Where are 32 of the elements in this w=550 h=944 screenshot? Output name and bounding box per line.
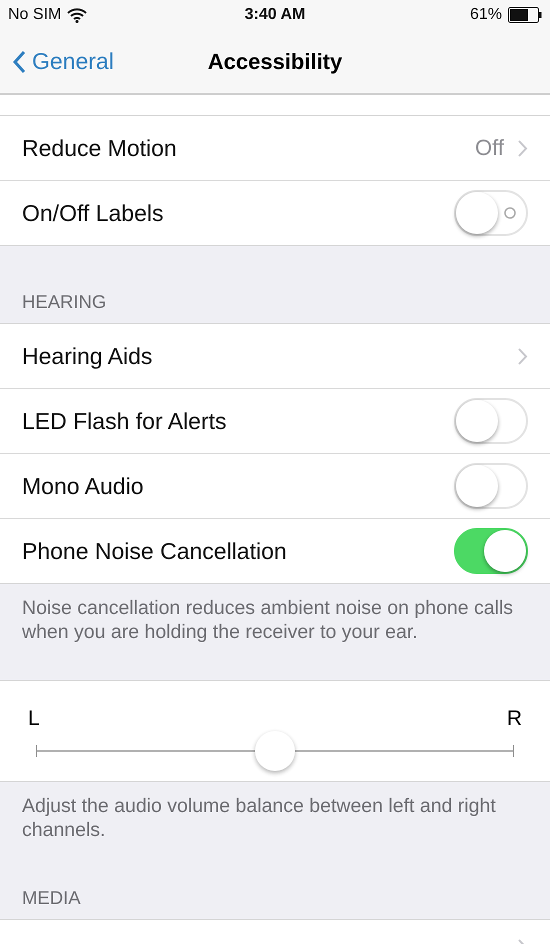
chevron-icon (518, 348, 528, 364)
row-value: Off (475, 135, 504, 161)
section-footer: Noise cancellation reduces ambient noise on phone calls when you are holding the receiver to your ear. (22, 597, 514, 643)
row-label: Phone Noise Cancellation (22, 538, 288, 564)
settings-row[interactable]: Reduce Motion Off (0, 116, 550, 180)
row-label: Hearing Aids (22, 342, 154, 370)
off-label-icon (504, 207, 516, 219)
row-label: Reduce Motion (22, 134, 178, 162)
toggle-switch[interactable] (454, 463, 528, 509)
row-label: On/Off Labels (22, 200, 164, 226)
status-time: 3:40 AM (244, 6, 306, 24)
settings-row[interactable]: Hearing Aids (0, 324, 550, 388)
section-header: HEARING (22, 291, 106, 312)
row-label: Mono Audio (22, 472, 144, 500)
back-chevron-icon (12, 50, 26, 74)
carrier-label: No SIM (8, 6, 62, 24)
wifi-icon (67, 8, 88, 22)
battery-percent: 61% (470, 6, 502, 24)
toggle-switch[interactable] (454, 528, 528, 574)
slider-thumb[interactable] (255, 731, 295, 771)
section-header: MEDIA (22, 887, 81, 908)
right-label: R (506, 707, 522, 731)
toggle-switch[interactable] (454, 398, 528, 444)
toggle-switch[interactable] (454, 190, 528, 236)
balance-slider[interactable] (36, 731, 514, 771)
row-label: LED Flash for Alerts (22, 408, 228, 434)
section-footer: Adjust the audio volume balance between left and right channels. (22, 795, 496, 841)
nav-title: Accessibility (208, 48, 342, 74)
back-button[interactable]: General (0, 47, 120, 76)
left-label: L (28, 707, 40, 731)
chevron-icon (518, 140, 528, 156)
battery-icon (508, 7, 542, 23)
